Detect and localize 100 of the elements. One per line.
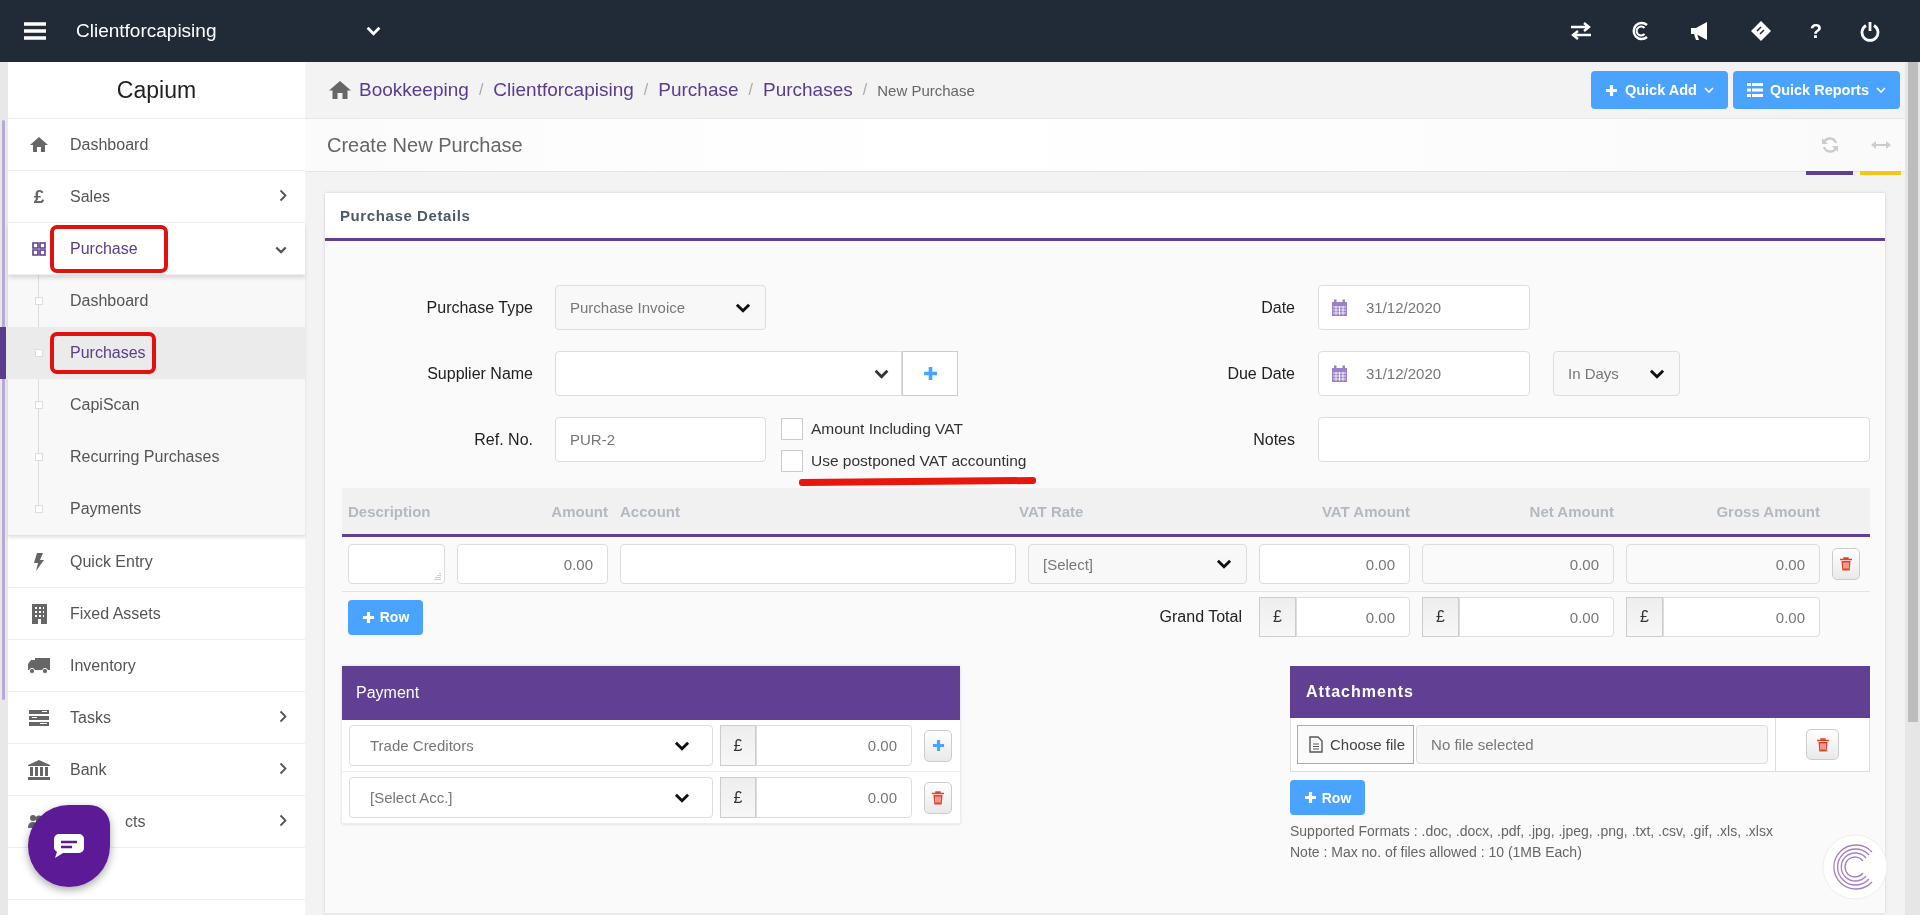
field-label: Supplier Name [427,364,533,383]
tasks-icon [29,709,49,726]
panel-title: Payment [342,666,960,720]
add-button[interactable] [924,729,952,762]
grid-icon [32,241,46,256]
sidebar-item[interactable]: Bank [8,744,305,796]
page-title: Create New Purchase [327,133,523,157]
chat-icon [53,833,85,859]
grand-total-label: Grand Total [1159,608,1242,626]
notes-field[interactable] [1318,417,1870,462]
tree-node-icon [35,349,43,357]
column-header: VAT Amount [1320,502,1410,520]
scrollbar[interactable] [1908,62,1918,722]
purchase-type-select[interactable]: Purchase Invoice [555,285,766,330]
logo-circle-icon[interactable] [1822,834,1888,900]
field-label: Purchase Type [426,298,533,317]
payment-amount-field[interactable]: 0.00 [756,777,912,818]
add-supplier-button[interactable] [902,351,958,396]
plus-icon [1604,83,1618,97]
trash-icon [932,790,944,805]
vat-amount-field[interactable]: 0.00 [1259,544,1410,584]
account-field[interactable] [620,544,1016,584]
delete-button[interactable] [1832,548,1860,580]
checkbox[interactable] [781,450,803,472]
field-label: Date [1261,298,1295,317]
breadcrumb-link[interactable]: Purchase [658,79,739,101]
currency-addon: £ [1422,597,1459,637]
lightning-icon [33,552,45,571]
breadcrumb-link[interactable]: Clientforcapising [493,79,634,101]
calendar-icon [1331,364,1348,383]
chevron-down-icon [874,368,889,379]
file-name-field: No file selected [1416,725,1768,764]
total-field[interactable]: 0.00 [1296,597,1410,637]
chevron-down-icon [1876,86,1886,94]
building-icon [31,603,47,624]
sidebar-item[interactable]: Tasks [8,692,305,744]
account-select[interactable]: [Select Acc.] [349,777,713,818]
delete-button[interactable] [1806,729,1839,760]
chevron-down-icon [674,740,690,751]
home-icon[interactable] [329,81,351,99]
chevron-right-icon [279,813,287,827]
ref-no-field[interactable]: PUR-2 [555,417,766,462]
pound-icon: £ [33,185,45,208]
plus-icon [922,366,938,381]
resize-grip-icon [434,573,441,580]
currency-addon: £ [1259,597,1296,637]
column-header: VAT Rate [1019,502,1085,520]
field-label: Due Date [1227,364,1295,383]
sidebar-subitem[interactable]: Recurring Purchases [8,431,305,483]
switch-arrows-icon[interactable] [1569,22,1592,40]
column-header: Description [348,502,432,520]
refresh-icon [1820,136,1839,154]
sidebar-item[interactable]: Inventory [8,640,305,692]
sidebar-subitem[interactable]: Payments [8,483,305,535]
panel-title: Attachments [1290,666,1870,718]
net-amount-field[interactable]: 0.00 [1422,544,1614,584]
tree-node-icon [35,297,43,305]
calendar-icon [1331,298,1348,317]
list-icon [1746,83,1763,97]
amount-field[interactable]: 0.00 [457,544,608,584]
date-field[interactable]: 31/12/2020 [1318,285,1530,330]
chevron-right-icon [279,188,287,202]
sidebar-subitem[interactable]: CapiScan [8,379,305,431]
checkbox-label: Use postponed VAT accounting [811,452,1027,470]
delete-button[interactable] [924,781,952,814]
sidebar-item[interactable]: Fixed Assets [8,588,305,640]
tree-node-icon [35,453,43,461]
breadcrumb-link[interactable]: Bookkeeping [359,79,469,101]
payment-amount-field[interactable]: 0.00 [756,725,912,766]
due-date-field[interactable]: 31/12/2020 [1318,351,1530,396]
total-field[interactable]: 0.00 [1459,597,1614,637]
sidebar-subitem[interactable]: Dashboard [8,275,305,327]
gross-amount-field[interactable]: 0.00 [1626,544,1820,584]
power-icon[interactable] [1860,20,1880,42]
checkbox-label: Amount Including VAT [811,420,963,438]
help-icon[interactable]: ? [1809,19,1822,43]
document-icon [1309,736,1323,753]
chevron-right-icon [279,709,287,723]
chevron-down-icon [1703,86,1714,94]
ticket-icon[interactable] [1749,20,1772,42]
field-label: Ref. No. [474,431,533,449]
column-header: Net Amount [1528,502,1614,520]
choose-file-button[interactable]: Choose file [1297,725,1415,764]
client-name[interactable]: Clientforcapising [76,20,366,42]
tree-node-icon [35,401,43,409]
breadcrumb-link[interactable]: Purchases [763,79,853,101]
vat-rate-select[interactable]: [Select] [1028,544,1247,584]
help-text: Supported Formats : .doc, .docx, .pdf, .jpg, .jpeg, .png, .txt, .csv, .gif, .xls, .xlsx [1290,823,1774,839]
checkbox[interactable] [781,418,803,440]
total-field[interactable]: 0.00 [1663,597,1820,637]
chevron-down-icon [1649,368,1665,379]
description-field[interactable] [348,544,445,584]
currency-addon: £ [1626,597,1663,637]
trash-icon [1840,557,1852,571]
chevron-down-icon [366,26,381,36]
term-select[interactable]: In Days [1553,351,1680,396]
menu-icon[interactable] [24,22,46,40]
sidebar-subitem[interactable]: Purchases [0,327,305,379]
chevron-down-icon [275,245,287,254]
account-select[interactable]: Trade Creditors [349,725,713,766]
